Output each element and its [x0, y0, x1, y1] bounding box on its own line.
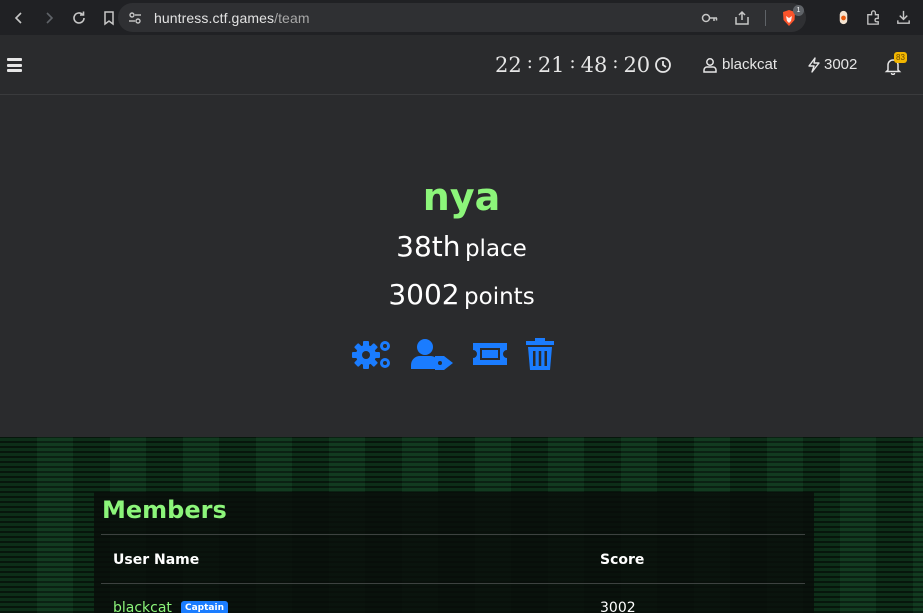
timer-minutes: 21 — [537, 53, 565, 77]
header-points-label: 3002 — [824, 56, 858, 73]
menu-icon[interactable] — [7, 58, 22, 72]
back-arrow-icon — [14, 11, 22, 24]
forward-arrow-icon — [46, 11, 54, 24]
team-hero: nya 38th place 3002 points — [0, 95, 923, 437]
timer-separator: : — [526, 51, 533, 73]
timer-hours: 22 — [495, 53, 522, 77]
address-bar[interactable]: huntress.ctf.games/team 1 — [118, 3, 806, 32]
members-panel: Members User Name Score blackcat Captain… — [94, 492, 814, 613]
members-divider — [101, 534, 805, 535]
downloads-button[interactable] — [893, 8, 913, 28]
reload-icon — [73, 11, 85, 24]
back-button[interactable] — [4, 3, 34, 33]
member-name-link[interactable]: blackcat — [113, 600, 172, 613]
column-header-username: User Name — [113, 552, 200, 568]
download-icon — [896, 10, 910, 24]
timer-seconds: 48 — [580, 53, 608, 77]
settings-icon — [352, 341, 390, 369]
ticket-icon — [473, 343, 507, 365]
team-points: 3002 points — [0, 278, 923, 311]
site-settings-icon[interactable] — [127, 10, 143, 26]
bookmark-icon — [104, 10, 114, 25]
share-icon[interactable] — [733, 9, 751, 27]
omnibox-separator — [765, 9, 766, 26]
app-header: 22 : 21 : 48 : 20 blackcat 3002 83 — [0, 35, 923, 95]
puzzle-icon — [866, 10, 879, 25]
delete-team-button[interactable] — [526, 338, 554, 370]
member-score: 3002 — [600, 600, 636, 613]
username-label: blackcat — [722, 56, 778, 73]
user-tag-icon — [411, 339, 453, 370]
members-title: Members — [102, 496, 227, 524]
team-settings-button[interactable] — [351, 338, 394, 370]
address-bar-actions: 1 — [701, 3, 804, 32]
points-label: points — [464, 284, 535, 310]
column-header-score: Score — [600, 552, 645, 568]
team-actions — [351, 338, 554, 370]
timer-separator: : — [569, 51, 576, 73]
url-path: /team — [274, 9, 310, 26]
extensions-menu-button[interactable] — [863, 8, 883, 28]
bolt-icon — [808, 56, 820, 73]
timer-fraction: 20 — [623, 53, 651, 77]
points-link[interactable]: 3002 — [807, 56, 857, 73]
extension-pill-icon — [839, 10, 847, 25]
timer-separator: : — [612, 51, 619, 73]
url-host: huntress.ctf.games — [154, 9, 275, 26]
team-name: nya — [422, 175, 501, 219]
ticket-button[interactable] — [471, 338, 509, 370]
extensions-area — [833, 0, 923, 35]
clock-icon[interactable] — [654, 56, 672, 74]
extension-button[interactable] — [833, 8, 853, 28]
key-icon[interactable] — [701, 9, 719, 27]
invite-member-button[interactable] — [411, 338, 454, 370]
forward-button[interactable] — [34, 3, 64, 33]
user-icon — [703, 57, 717, 73]
trash-icon — [526, 338, 554, 370]
notification-badge: 83 — [894, 52, 907, 63]
table-header-divider — [101, 583, 805, 584]
reload-button[interactable] — [64, 3, 94, 33]
url-text: huntress.ctf.games/team — [154, 10, 310, 26]
browser-toolbar: huntress.ctf.games/team 1 — [0, 0, 923, 35]
shields-count-badge: 1 — [793, 4, 804, 16]
place-value: 38th — [396, 230, 461, 263]
brave-shields-button[interactable]: 1 — [780, 4, 804, 27]
user-profile-link[interactable]: blackcat — [702, 56, 777, 73]
team-place: 38th place — [0, 230, 923, 263]
countdown-timer: 22 : 21 : 48 : 20 — [495, 51, 651, 78]
captain-badge: Captain — [181, 601, 228, 613]
place-label: place — [464, 236, 527, 262]
points-value: 3002 — [388, 278, 460, 311]
